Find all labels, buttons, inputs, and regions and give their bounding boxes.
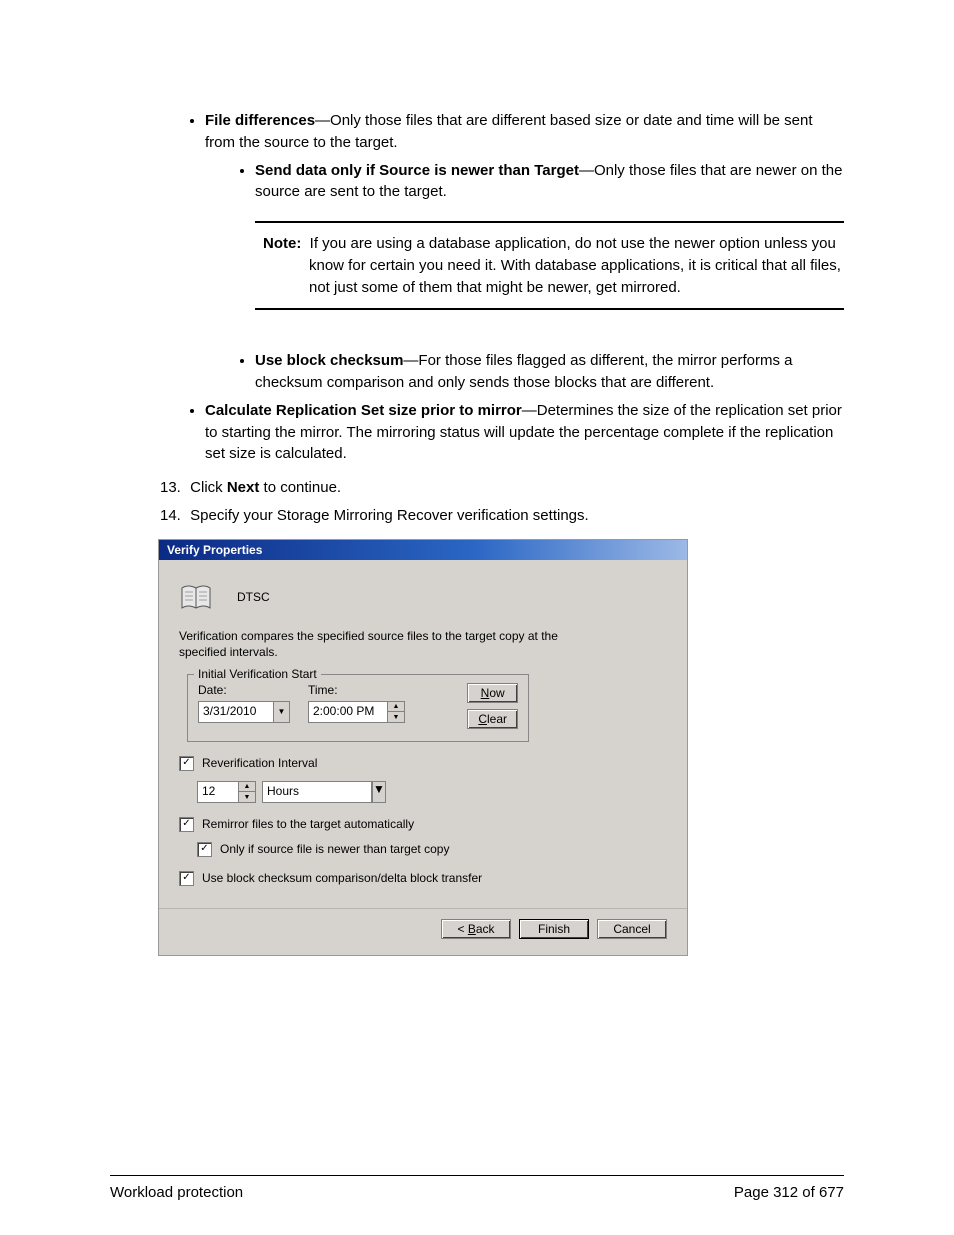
now-button[interactable]: Now bbox=[467, 683, 518, 703]
checksum-checkbox[interactable]: ✓ bbox=[179, 871, 194, 886]
step-text: Specify your Storage Mirroring Recover v… bbox=[190, 507, 589, 524]
interval-unit-input[interactable]: Hours bbox=[262, 781, 372, 803]
spin-up-icon[interactable]: ▲ bbox=[388, 702, 404, 713]
step-item: 14. Specify your Storage Mirroring Recov… bbox=[160, 505, 844, 527]
spin-down-icon[interactable]: ▼ bbox=[239, 792, 255, 802]
note-label: Note: bbox=[263, 235, 301, 252]
chevron-down-icon[interactable]: ▼ bbox=[274, 701, 290, 723]
back-button[interactable]: < Back bbox=[441, 919, 511, 939]
list-item: Use block checksum—For those files flagg… bbox=[255, 350, 844, 394]
note-block: Note: If you are using a database applic… bbox=[255, 221, 844, 310]
date-input[interactable]: 3/31/2010 bbox=[198, 701, 274, 723]
list-item: File differences—Only those files that a… bbox=[205, 110, 844, 394]
step-text-bold: Next bbox=[227, 479, 260, 496]
list-item: Send data only if Source is newer than T… bbox=[255, 160, 844, 311]
time-input[interactable]: 2:00:00 PM bbox=[308, 701, 388, 723]
book-icon bbox=[179, 580, 213, 614]
verify-properties-dialog: Verify Properties DTSC Verification comp… bbox=[158, 539, 688, 956]
checksum-label: Use block checksum comparison/delta bloc… bbox=[202, 871, 482, 885]
bullet-term: Send data only if Source is newer than T… bbox=[255, 162, 579, 179]
interval-input[interactable]: 12 bbox=[197, 781, 239, 803]
spin-up-icon[interactable]: ▲ bbox=[239, 782, 255, 793]
dialog-description: Verification compares the specified sour… bbox=[179, 628, 579, 660]
step-item: 13. Click Next to continue. bbox=[160, 477, 844, 499]
note-text: If you are using a database application,… bbox=[309, 235, 841, 296]
bullet-term: Use block checksum bbox=[255, 352, 403, 369]
footer-left: Workload protection bbox=[110, 1184, 243, 1201]
date-label: Date: bbox=[198, 683, 290, 697]
bullet-term: Calculate Replication Set size prior to … bbox=[205, 402, 522, 419]
page-footer: Workload protection Page 312 of 677 bbox=[110, 1175, 844, 1201]
remirror-checkbox[interactable]: ✓ bbox=[179, 817, 194, 832]
footer-right: Page 312 of 677 bbox=[734, 1184, 844, 1201]
cancel-button[interactable]: Cancel bbox=[597, 919, 667, 939]
only-if-newer-label: Only if source file is newer than target… bbox=[220, 842, 449, 856]
spin-down-icon[interactable]: ▼ bbox=[388, 712, 404, 722]
fieldset-legend: Initial Verification Start bbox=[194, 667, 321, 681]
step-text-post: to continue. bbox=[259, 479, 341, 496]
time-label: Time: bbox=[308, 683, 405, 697]
reverification-label: Reverification Interval bbox=[202, 756, 317, 770]
dialog-header-label: DTSC bbox=[237, 590, 270, 604]
bullet-term: File differences bbox=[205, 112, 315, 129]
remirror-label: Remirror files to the target automatical… bbox=[202, 817, 414, 831]
list-item: Calculate Replication Set size prior to … bbox=[205, 400, 844, 465]
finish-button[interactable]: Finish bbox=[519, 919, 589, 939]
dialog-titlebar: Verify Properties bbox=[159, 540, 687, 560]
reverification-checkbox[interactable]: ✓ bbox=[179, 756, 194, 771]
interval-unit-dropdown[interactable]: Hours ▼ bbox=[262, 781, 386, 803]
dialog-footer: < Back Finish Cancel bbox=[159, 909, 687, 955]
clear-button[interactable]: Clear bbox=[467, 709, 518, 729]
step-number: 13. bbox=[160, 477, 186, 499]
chevron-down-icon[interactable]: ▼ bbox=[372, 781, 386, 803]
interval-spinner[interactable]: 12 ▲ ▼ bbox=[197, 781, 256, 803]
step-number: 14. bbox=[160, 505, 186, 527]
only-if-newer-checkbox[interactable]: ✓ bbox=[197, 842, 212, 857]
date-dropdown[interactable]: 3/31/2010 ▼ bbox=[198, 701, 290, 723]
step-text-pre: Click bbox=[190, 479, 227, 496]
initial-verification-fieldset: Initial Verification Start Date: 3/31/20… bbox=[187, 674, 529, 742]
time-spinner[interactable]: 2:00:00 PM ▲ ▼ bbox=[308, 701, 405, 723]
